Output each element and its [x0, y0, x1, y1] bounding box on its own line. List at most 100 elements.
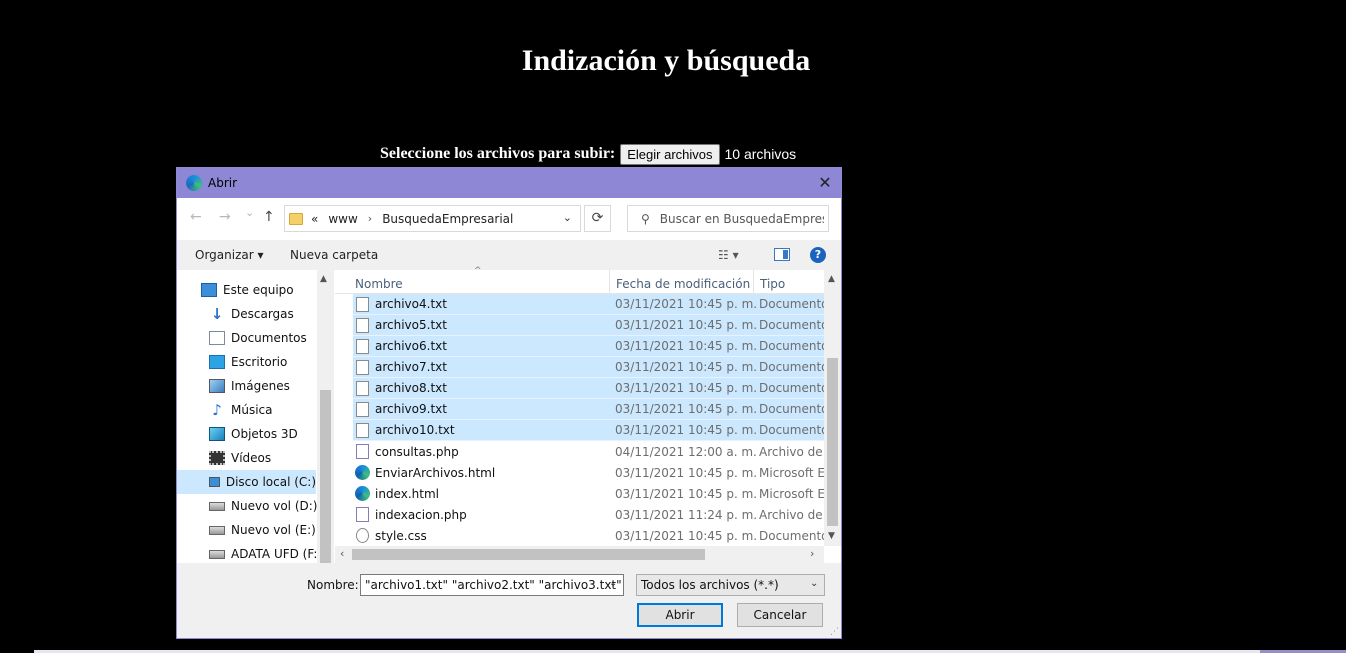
scroll-up-icon[interactable]: ▲ [320, 274, 327, 284]
up-arrow-icon[interactable]: ↑ [263, 209, 275, 225]
sidebar-item-imagenes[interactable]: Imágenes [209, 374, 290, 398]
edge-app-icon [186, 175, 202, 191]
music-icon: ♪ [212, 401, 222, 419]
breadcrumb-busquedaempresarial[interactable]: BusquedaEmpresarial [382, 212, 513, 226]
sidebar-item-documentos[interactable]: Documentos [209, 326, 307, 350]
chevron-down-icon[interactable]: ⌄ [810, 578, 818, 589]
sidebar-scroll-thumb[interactable] [320, 390, 331, 563]
chevron-down-icon[interactable]: ⌄ [563, 211, 572, 224]
file-list-horizontal-scrollbar[interactable]: ‹ › [335, 546, 824, 563]
dialog-titlebar[interactable]: Abrir ✕ [177, 168, 841, 198]
3d-objects-icon [209, 427, 225, 441]
scroll-left-icon[interactable]: ‹ [340, 547, 344, 560]
file-name: archivo9.txt [375, 402, 447, 416]
forward-arrow-icon[interactable]: → [219, 209, 231, 225]
upload-label: Seleccione los archivos para subir: [380, 145, 616, 162]
open-button[interactable]: Abrir [637, 603, 723, 627]
php-file-icon [356, 444, 369, 459]
sidebar-item-nuevo-vol-e[interactable]: Nuevo vol (E:) [209, 518, 316, 542]
file-type: Documento [759, 297, 824, 311]
documents-icon [209, 331, 225, 345]
file-date: 03/11/2021 10:45 p. m. [615, 360, 758, 374]
sidebar-item-objetos-3d[interactable]: Objetos 3D [209, 422, 298, 446]
file-date: 03/11/2021 10:45 p. m. [615, 297, 758, 311]
search-icon: ⚲ [641, 211, 650, 226]
filename-label: Nombre: [307, 578, 359, 592]
folder-icon [289, 212, 303, 225]
column-date[interactable]: Fecha de modificación [616, 277, 750, 291]
close-icon[interactable]: ✕ [817, 173, 833, 192]
videos-icon [209, 451, 225, 465]
file-type: Documento [759, 339, 824, 353]
vertical-scroll-thumb[interactable] [827, 358, 838, 526]
breadcrumb-overflow[interactable]: « [311, 212, 318, 226]
text-file-icon [356, 380, 369, 396]
file-type: Documento [759, 318, 824, 332]
file-name: archivo4.txt [375, 297, 447, 311]
back-arrow-icon[interactable]: ← [190, 209, 202, 225]
sort-ascending-icon: ^ [474, 266, 482, 276]
file-row[interactable]: archivo6.txt 03/11/2021 10:45 p. m. Docu… [353, 336, 824, 357]
help-icon[interactable]: ? [810, 247, 826, 263]
sidebar-item-este-equipo[interactable]: Este equipo [201, 278, 294, 302]
file-row[interactable]: index.html 03/11/2021 10:45 p. m. Micros… [353, 483, 824, 504]
file-row[interactable]: style.css 03/11/2021 10:45 p. m. Documen… [353, 525, 824, 546]
sidebar-item-escritorio[interactable]: Escritorio [209, 350, 287, 374]
file-type: Documento [759, 528, 824, 543]
horizontal-scroll-thumb[interactable] [352, 549, 705, 560]
desktop-icon [209, 355, 225, 369]
file-row[interactable]: indexacion.php 03/11/2021 11:24 p. m. Ar… [353, 504, 824, 525]
recent-locations-icon[interactable]: ⌄ [245, 206, 254, 219]
preview-pane-icon[interactable] [774, 248, 790, 261]
sidebar-item-musica[interactable]: ♪ Música [209, 398, 273, 422]
view-options-icon[interactable]: ☷ ▾ [718, 248, 739, 262]
scroll-down-icon[interactable]: ▼ [828, 531, 835, 541]
file-type-filter-select[interactable]: Todos los archivos (*.*) [636, 574, 825, 596]
sidebar-item-label: Este equipo [223, 283, 294, 297]
file-row[interactable]: archivo7.txt 03/11/2021 10:45 p. m. Docu… [353, 357, 824, 378]
breadcrumb-www[interactable]: www [328, 212, 357, 226]
new-folder-button[interactable]: Nueva carpeta [290, 248, 378, 262]
file-name: index.html [375, 486, 439, 501]
sidebar-item-label: Nuevo vol (D:) [231, 499, 318, 513]
css-file-icon [356, 528, 369, 543]
column-type[interactable]: Tipo [760, 277, 785, 291]
cancel-button[interactable]: Cancelar [737, 603, 823, 627]
refresh-button[interactable]: ⟳ [584, 205, 611, 232]
file-date: 03/11/2021 11:24 p. m. [615, 507, 758, 522]
filename-input[interactable]: "archivo1.txt" "archivo2.txt" "archivo3.… [360, 574, 624, 596]
file-row[interactable]: archivo8.txt 03/11/2021 10:45 p. m. Docu… [353, 378, 824, 399]
sidebar-item-descargas[interactable]: ↓ Descargas [209, 302, 294, 326]
column-divider[interactable] [609, 270, 610, 294]
resize-grip-icon[interactable]: ⋰ [830, 627, 839, 637]
file-name: archivo5.txt [375, 318, 447, 332]
sidebar-item-label: Documentos [231, 331, 307, 345]
address-bar[interactable]: « www › BusquedaEmpresarial ⌄ [284, 205, 581, 232]
file-row[interactable]: archivo5.txt 03/11/2021 10:45 p. m. Docu… [353, 315, 824, 336]
file-row[interactable]: archivo4.txt 03/11/2021 10:45 p. m. Docu… [353, 294, 824, 315]
sidebar-item-label: Música [231, 403, 273, 417]
chevron-down-icon[interactable]: ⌄ [609, 578, 617, 589]
organize-menu-button[interactable]: Organizar ▾ [195, 248, 264, 262]
search-input[interactable]: ⚲ Buscar en BusquedaEmpresa... [627, 205, 829, 232]
navigation-bar: ← → ⌄ ↑ « www › BusquedaEmpresarial ⌄ ⟳ … [177, 198, 841, 240]
file-row[interactable]: consultas.php 04/11/2021 12:00 a. m. Arc… [353, 441, 824, 462]
choose-files-button[interactable]: Elegir archivos [620, 143, 720, 165]
file-row[interactable]: archivo9.txt 03/11/2021 10:45 p. m. Docu… [353, 399, 824, 420]
sidebar-item-videos[interactable]: Vídeos [209, 446, 271, 470]
column-name[interactable]: Nombre [355, 277, 403, 291]
sidebar-item-disco-local-c[interactable]: Disco local (C:) [177, 470, 316, 494]
navigation-pane: Este equipo ↓ Descargas Documentos Escri… [177, 270, 335, 563]
file-date: 03/11/2021 10:45 p. m. [615, 381, 758, 395]
php-file-icon [356, 507, 369, 522]
file-row[interactable]: EnviarArchivos.html 03/11/2021 10:45 p. … [353, 462, 824, 483]
scroll-up-icon[interactable]: ▲ [828, 274, 835, 284]
scroll-right-icon[interactable]: › [810, 547, 814, 560]
file-date: 03/11/2021 10:45 p. m. [615, 465, 758, 480]
column-divider[interactable] [753, 270, 754, 294]
drive-icon [209, 525, 225, 535]
edge-html-icon [355, 486, 370, 501]
sidebar-item-adata-ufd-f[interactable]: ADATA UFD (F:) [209, 542, 322, 563]
sidebar-item-nuevo-vol-d[interactable]: Nuevo vol (D:) [209, 494, 317, 518]
file-row[interactable]: archivo10.txt 03/11/2021 10:45 p. m. Doc… [353, 420, 824, 441]
